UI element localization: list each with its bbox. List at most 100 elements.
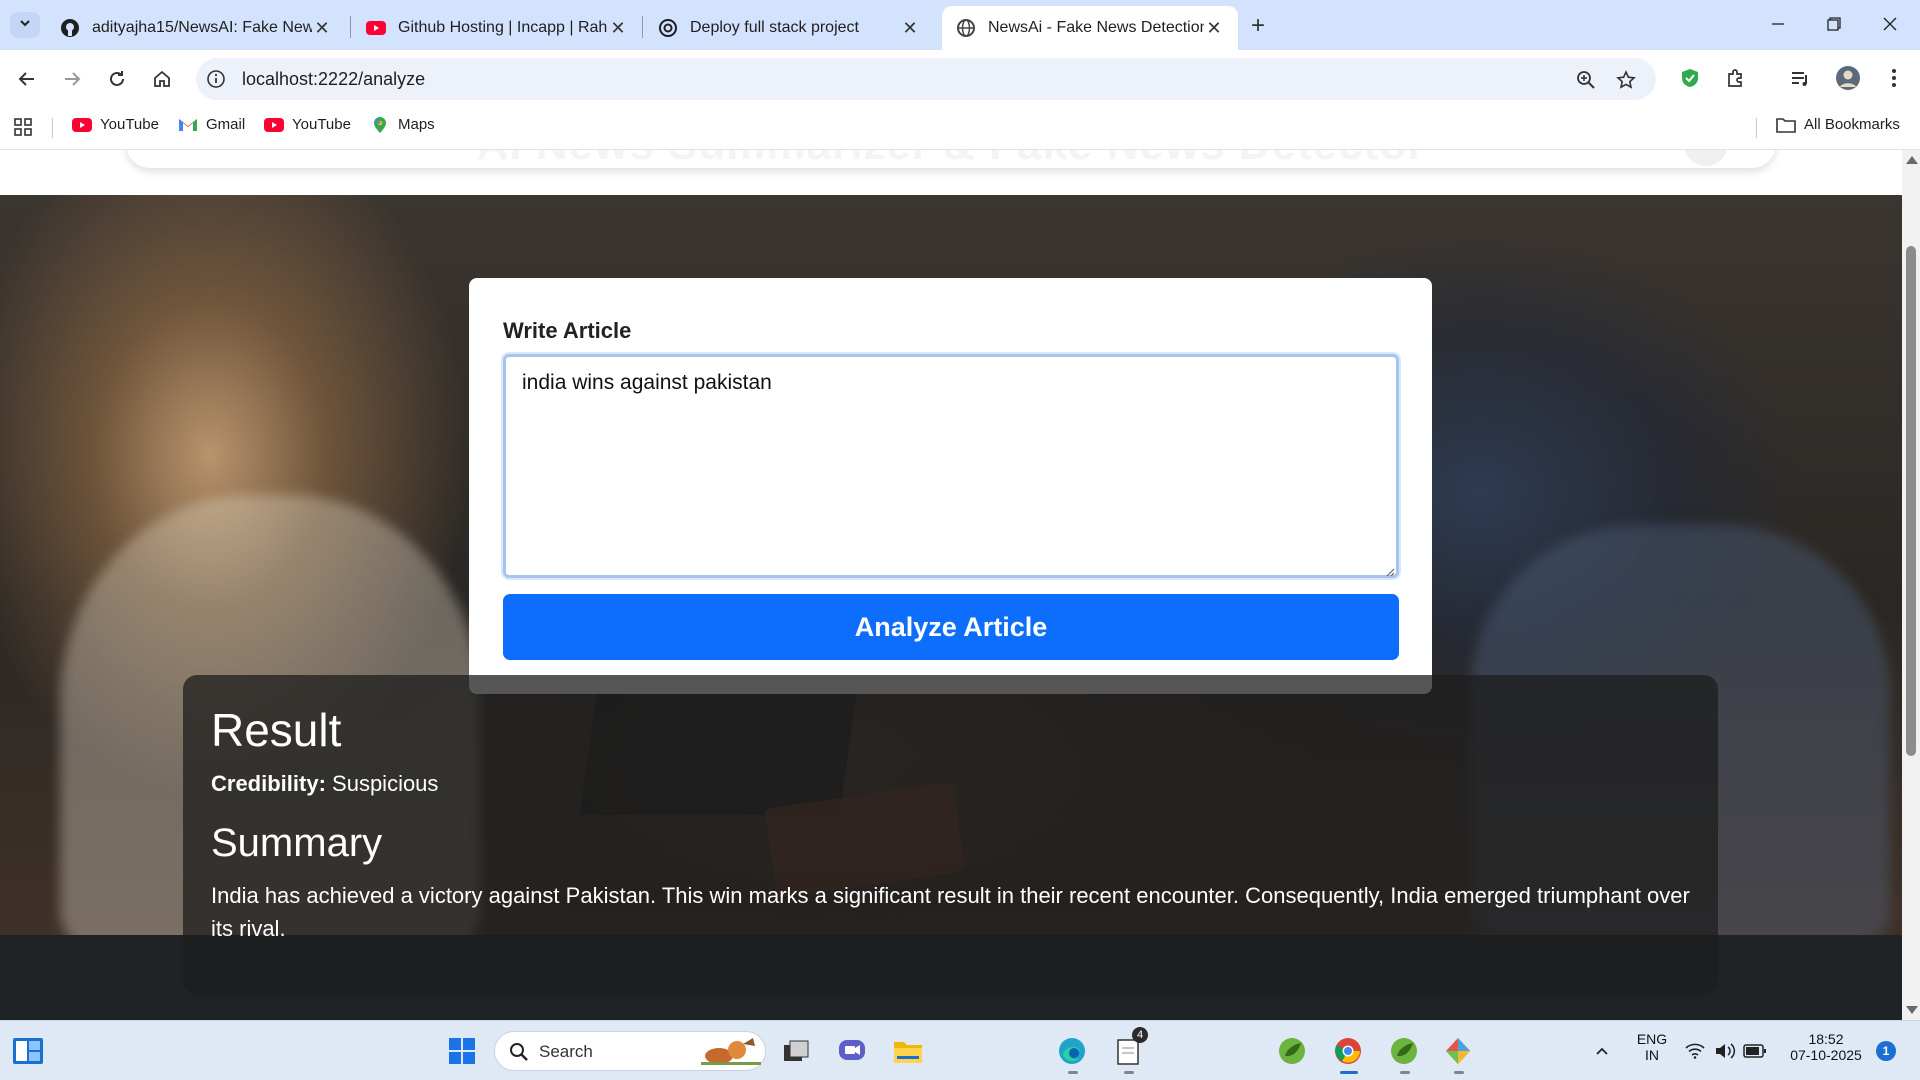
openai-icon — [658, 18, 678, 38]
windows-start-icon[interactable] — [444, 1033, 480, 1069]
site-info-icon[interactable] — [206, 69, 226, 89]
close-icon[interactable]: ✕ — [608, 18, 628, 38]
bookmark-label: YouTube — [100, 116, 159, 133]
teams-chat-icon[interactable] — [834, 1033, 870, 1069]
resize-handle-icon[interactable] — [1385, 564, 1395, 577]
bookmark-maps[interactable]: Maps — [370, 116, 435, 133]
active-app-indicator — [1340, 1071, 1358, 1074]
tab-newsai-github[interactable]: adityajha15/NewsAI: Fake News ✕ — [46, 6, 346, 50]
bookmarks-divider — [1756, 118, 1757, 138]
all-bookmarks-button[interactable]: All Bookmarks — [1776, 116, 1900, 133]
home-icon — [154, 70, 170, 87]
page-scrollbar[interactable] — [1902, 150, 1920, 1020]
arrow-left-icon — [18, 72, 34, 86]
taskbar-search-label: Search — [539, 1042, 593, 1061]
arrow-right-icon — [65, 72, 81, 86]
folder-icon — [1776, 117, 1796, 133]
youtube-icon — [264, 117, 284, 133]
tab-title: NewsAi - Fake News Detection — [988, 19, 1204, 36]
credibility-label: Credibility: — [211, 771, 326, 796]
tab-github-hosting[interactable]: Github Hosting | Incapp | Rahul ✕ — [352, 6, 642, 50]
credibility-line: Credibility: Suspicious — [211, 771, 438, 797]
youtube-icon — [366, 18, 386, 38]
running-indicator — [1400, 1071, 1410, 1074]
bookmark-gmail[interactable]: Gmail — [178, 116, 245, 133]
all-bookmarks-label: All Bookmarks — [1804, 116, 1900, 133]
scroll-thumb[interactable] — [1906, 246, 1916, 756]
site-header-title: AI News Summarizer & Fake News Detector — [126, 150, 1776, 168]
spring-tool-icon[interactable] — [1274, 1033, 1310, 1069]
tab-search-button[interactable] — [10, 12, 40, 38]
battery-icon[interactable] — [1740, 1033, 1770, 1069]
profile-avatar[interactable] — [1834, 64, 1862, 92]
tab-newsai-active[interactable]: NewsAi - Fake News Detection ✕ — [942, 6, 1238, 50]
home-button[interactable] — [145, 62, 179, 96]
running-indicator — [1124, 1071, 1134, 1074]
scroll-down-arrow-icon[interactable] — [1906, 1006, 1918, 1014]
kebab-menu-icon[interactable] — [1880, 64, 1908, 92]
address-bar[interactable]: localhost:2222/analyze — [196, 58, 1656, 100]
taskbar-search-box[interactable]: Search — [494, 1031, 766, 1071]
bookmark-youtube[interactable]: YouTube — [72, 116, 159, 133]
clock-time: 18:52 — [1808, 1031, 1844, 1047]
tab-title: Github Hosting | Incapp | Rahul — [398, 19, 608, 36]
minimize-button[interactable] — [1750, 0, 1806, 48]
close-window-button[interactable] — [1862, 0, 1918, 48]
browser-tab-strip: adityajha15/NewsAI: Fake News ✕ Github H… — [0, 0, 1920, 50]
tab-title: Deploy full stack project — [690, 19, 859, 36]
scroll-up-arrow-icon[interactable] — [1906, 156, 1918, 164]
notification-badge[interactable]: 1 — [1876, 1041, 1896, 1061]
forward-button[interactable] — [55, 62, 89, 96]
youtube-icon — [72, 117, 92, 133]
edge-browser-icon[interactable] — [1054, 1033, 1090, 1069]
tab-divider — [642, 16, 643, 38]
new-tab-button[interactable]: + — [1244, 12, 1272, 40]
close-icon[interactable]: ✕ — [1204, 18, 1224, 38]
tab-deploy-project[interactable]: Deploy full stack project ✕ — [644, 6, 934, 50]
spring-tool-icon-2[interactable] — [1386, 1033, 1422, 1069]
zoom-icon[interactable] — [1574, 68, 1598, 92]
close-icon[interactable]: ✕ — [900, 18, 920, 38]
url-text[interactable]: localhost:2222/analyze — [242, 69, 425, 90]
gmail-icon — [178, 117, 198, 133]
article-textarea[interactable]: india wins against pakistan — [503, 354, 1399, 578]
chevron-up-icon[interactable] — [1584, 1033, 1620, 1069]
globe-icon — [956, 18, 976, 38]
analyze-article-button[interactable]: Analyze Article — [503, 594, 1399, 660]
file-explorer-icon[interactable] — [890, 1033, 926, 1069]
restore-button[interactable] — [1806, 0, 1862, 48]
page-viewport: AI News Summarizer & Fake News Detector … — [0, 150, 1902, 1020]
windows-taskbar: Search 4 ENG IN 18:52 07-10-2025 1 — [0, 1020, 1920, 1080]
bookmark-star-icon[interactable] — [1614, 68, 1638, 92]
wifi-icon[interactable] — [1680, 1033, 1710, 1069]
bookmarks-bar: YouTube Gmail YouTube Maps All Bookmarks — [0, 106, 1920, 150]
bookmark-youtube-2[interactable]: YouTube — [264, 116, 351, 133]
close-icon[interactable]: ✕ — [312, 18, 332, 38]
notepad-icon[interactable]: 4 — [1110, 1027, 1148, 1069]
region-code: IN — [1645, 1047, 1659, 1063]
volume-icon[interactable] — [1710, 1033, 1740, 1069]
tab-title: adityajha15/NewsAI: Fake News — [92, 19, 312, 36]
bookmark-label: Gmail — [206, 116, 246, 133]
result-heading: Result — [211, 704, 342, 756]
clock-date: 07-10-2025 — [1790, 1047, 1862, 1063]
clock[interactable]: 18:52 07-10-2025 — [1776, 1031, 1876, 1063]
shield-extension-icon[interactable] — [1676, 64, 1704, 92]
extensions-puzzle-icon[interactable] — [1722, 64, 1750, 92]
language-code: ENG — [1636, 1031, 1668, 1047]
result-panel: Result Credibility: Suspicious Summary I… — [183, 675, 1718, 995]
media-control-icon[interactable] — [1786, 64, 1814, 92]
gitkraken-icon[interactable] — [1440, 1033, 1476, 1069]
running-indicator — [1454, 1071, 1464, 1074]
chrome-browser-icon[interactable] — [1330, 1033, 1366, 1069]
back-button[interactable] — [10, 62, 44, 96]
bookmark-label: Maps — [398, 116, 435, 133]
browser-toolbar: localhost:2222/analyze — [0, 50, 1920, 106]
apps-grid-icon[interactable] — [14, 118, 32, 136]
maps-icon — [370, 116, 390, 133]
input-language[interactable]: ENG IN — [1632, 1031, 1672, 1063]
analyze-form-card: Write Article india wins against pakista… — [469, 278, 1432, 694]
reload-button[interactable] — [100, 62, 134, 96]
widgets-icon[interactable] — [10, 1033, 46, 1069]
task-view-icon[interactable] — [778, 1033, 814, 1069]
